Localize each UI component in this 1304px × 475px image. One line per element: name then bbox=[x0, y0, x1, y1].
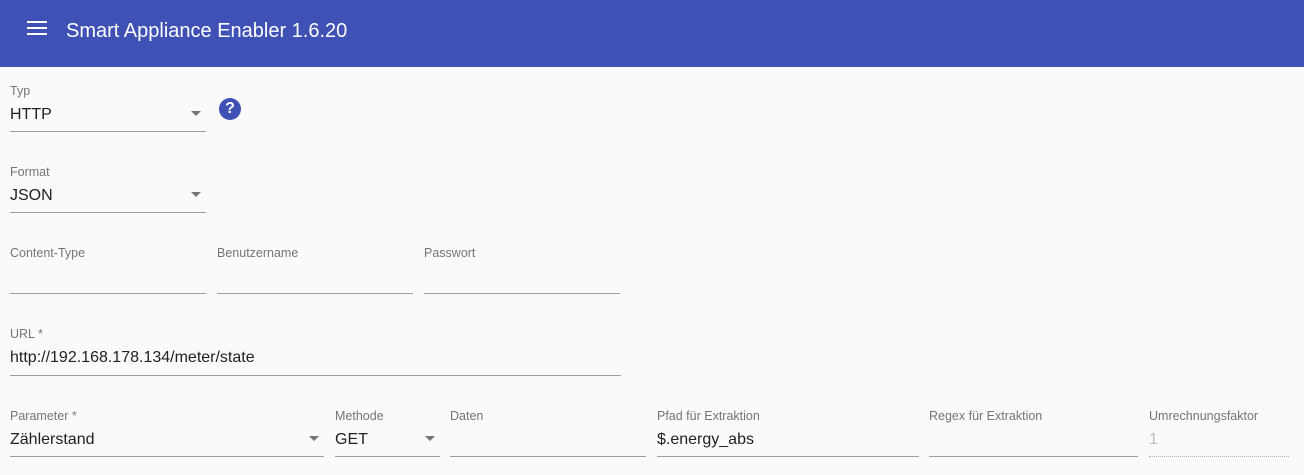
methode-select[interactable]: Methode GET bbox=[335, 409, 440, 457]
url-field[interactable]: URL * http://192.168.178.134/meter/state bbox=[10, 327, 621, 376]
format-label: Format bbox=[10, 165, 50, 179]
passwort-field[interactable]: Passwort bbox=[424, 246, 620, 294]
parameter-select[interactable]: Parameter * Zählerstand bbox=[10, 409, 324, 457]
content-type-input[interactable] bbox=[10, 267, 206, 287]
content-type-underline bbox=[10, 293, 206, 294]
url-label: URL * bbox=[10, 327, 43, 341]
methode-label: Methode bbox=[335, 409, 384, 423]
app-title: Smart Appliance Enabler 1.6.20 bbox=[66, 20, 348, 42]
daten-underline bbox=[450, 456, 646, 457]
regex-field[interactable]: Regex für Extraktion bbox=[929, 409, 1138, 457]
content-type-field[interactable]: Content-Type bbox=[10, 246, 206, 294]
app-toolbar: Smart Appliance Enabler 1.6.20 bbox=[0, 0, 1304, 67]
parameter-label: Parameter * bbox=[10, 409, 77, 423]
chevron-down-icon bbox=[309, 436, 319, 441]
typ-label: Typ bbox=[10, 84, 31, 98]
pfad-underline bbox=[657, 456, 919, 457]
url-value[interactable]: http://192.168.178.134/meter/state bbox=[10, 348, 255, 368]
methode-value: GET bbox=[335, 431, 368, 448]
help-icon[interactable]: ? bbox=[219, 98, 241, 120]
chevron-down-icon bbox=[191, 111, 201, 116]
pfad-value[interactable]: $.energy_abs bbox=[657, 430, 754, 450]
benutzername-label: Benutzername bbox=[217, 246, 299, 260]
benutzername-field[interactable]: Benutzername bbox=[217, 246, 413, 294]
pfad-field[interactable]: Pfad für Extraktion $.energy_abs bbox=[657, 409, 919, 457]
parameter-underline bbox=[10, 456, 324, 457]
parameter-value: Zählerstand bbox=[10, 431, 95, 448]
typ-value: HTTP bbox=[10, 106, 52, 123]
format-underline bbox=[10, 212, 206, 213]
benutzername-underline bbox=[217, 293, 413, 294]
format-value: JSON bbox=[10, 187, 53, 204]
typ-underline bbox=[10, 131, 206, 132]
passwort-label: Passwort bbox=[424, 246, 476, 260]
methode-underline bbox=[335, 456, 440, 457]
regex-underline bbox=[929, 456, 1138, 457]
umrechnungsfaktor-field[interactable]: Umrechnungsfaktor 1 bbox=[1149, 409, 1289, 457]
url-underline bbox=[10, 375, 621, 376]
typ-select[interactable]: Typ HTTP bbox=[10, 84, 206, 132]
umrechnungsfaktor-value: 1 bbox=[1149, 431, 1158, 448]
passwort-input[interactable] bbox=[424, 267, 620, 287]
umrechnungsfaktor-label: Umrechnungsfaktor bbox=[1149, 409, 1259, 423]
pfad-label: Pfad für Extraktion bbox=[657, 409, 760, 423]
daten-input[interactable] bbox=[450, 430, 646, 450]
chevron-down-icon bbox=[425, 436, 435, 441]
chevron-down-icon bbox=[191, 192, 201, 197]
format-select[interactable]: Format JSON bbox=[10, 165, 206, 213]
passwort-underline bbox=[424, 293, 620, 294]
benutzername-input[interactable] bbox=[217, 267, 413, 287]
daten-field[interactable]: Daten bbox=[450, 409, 646, 457]
regex-input[interactable] bbox=[929, 430, 1138, 450]
regex-label: Regex für Extraktion bbox=[929, 409, 1043, 423]
menu-icon[interactable] bbox=[26, 20, 50, 40]
daten-label: Daten bbox=[450, 409, 484, 423]
content-type-label: Content-Type bbox=[10, 246, 86, 260]
umrechnungsfaktor-underline bbox=[1149, 456, 1289, 457]
